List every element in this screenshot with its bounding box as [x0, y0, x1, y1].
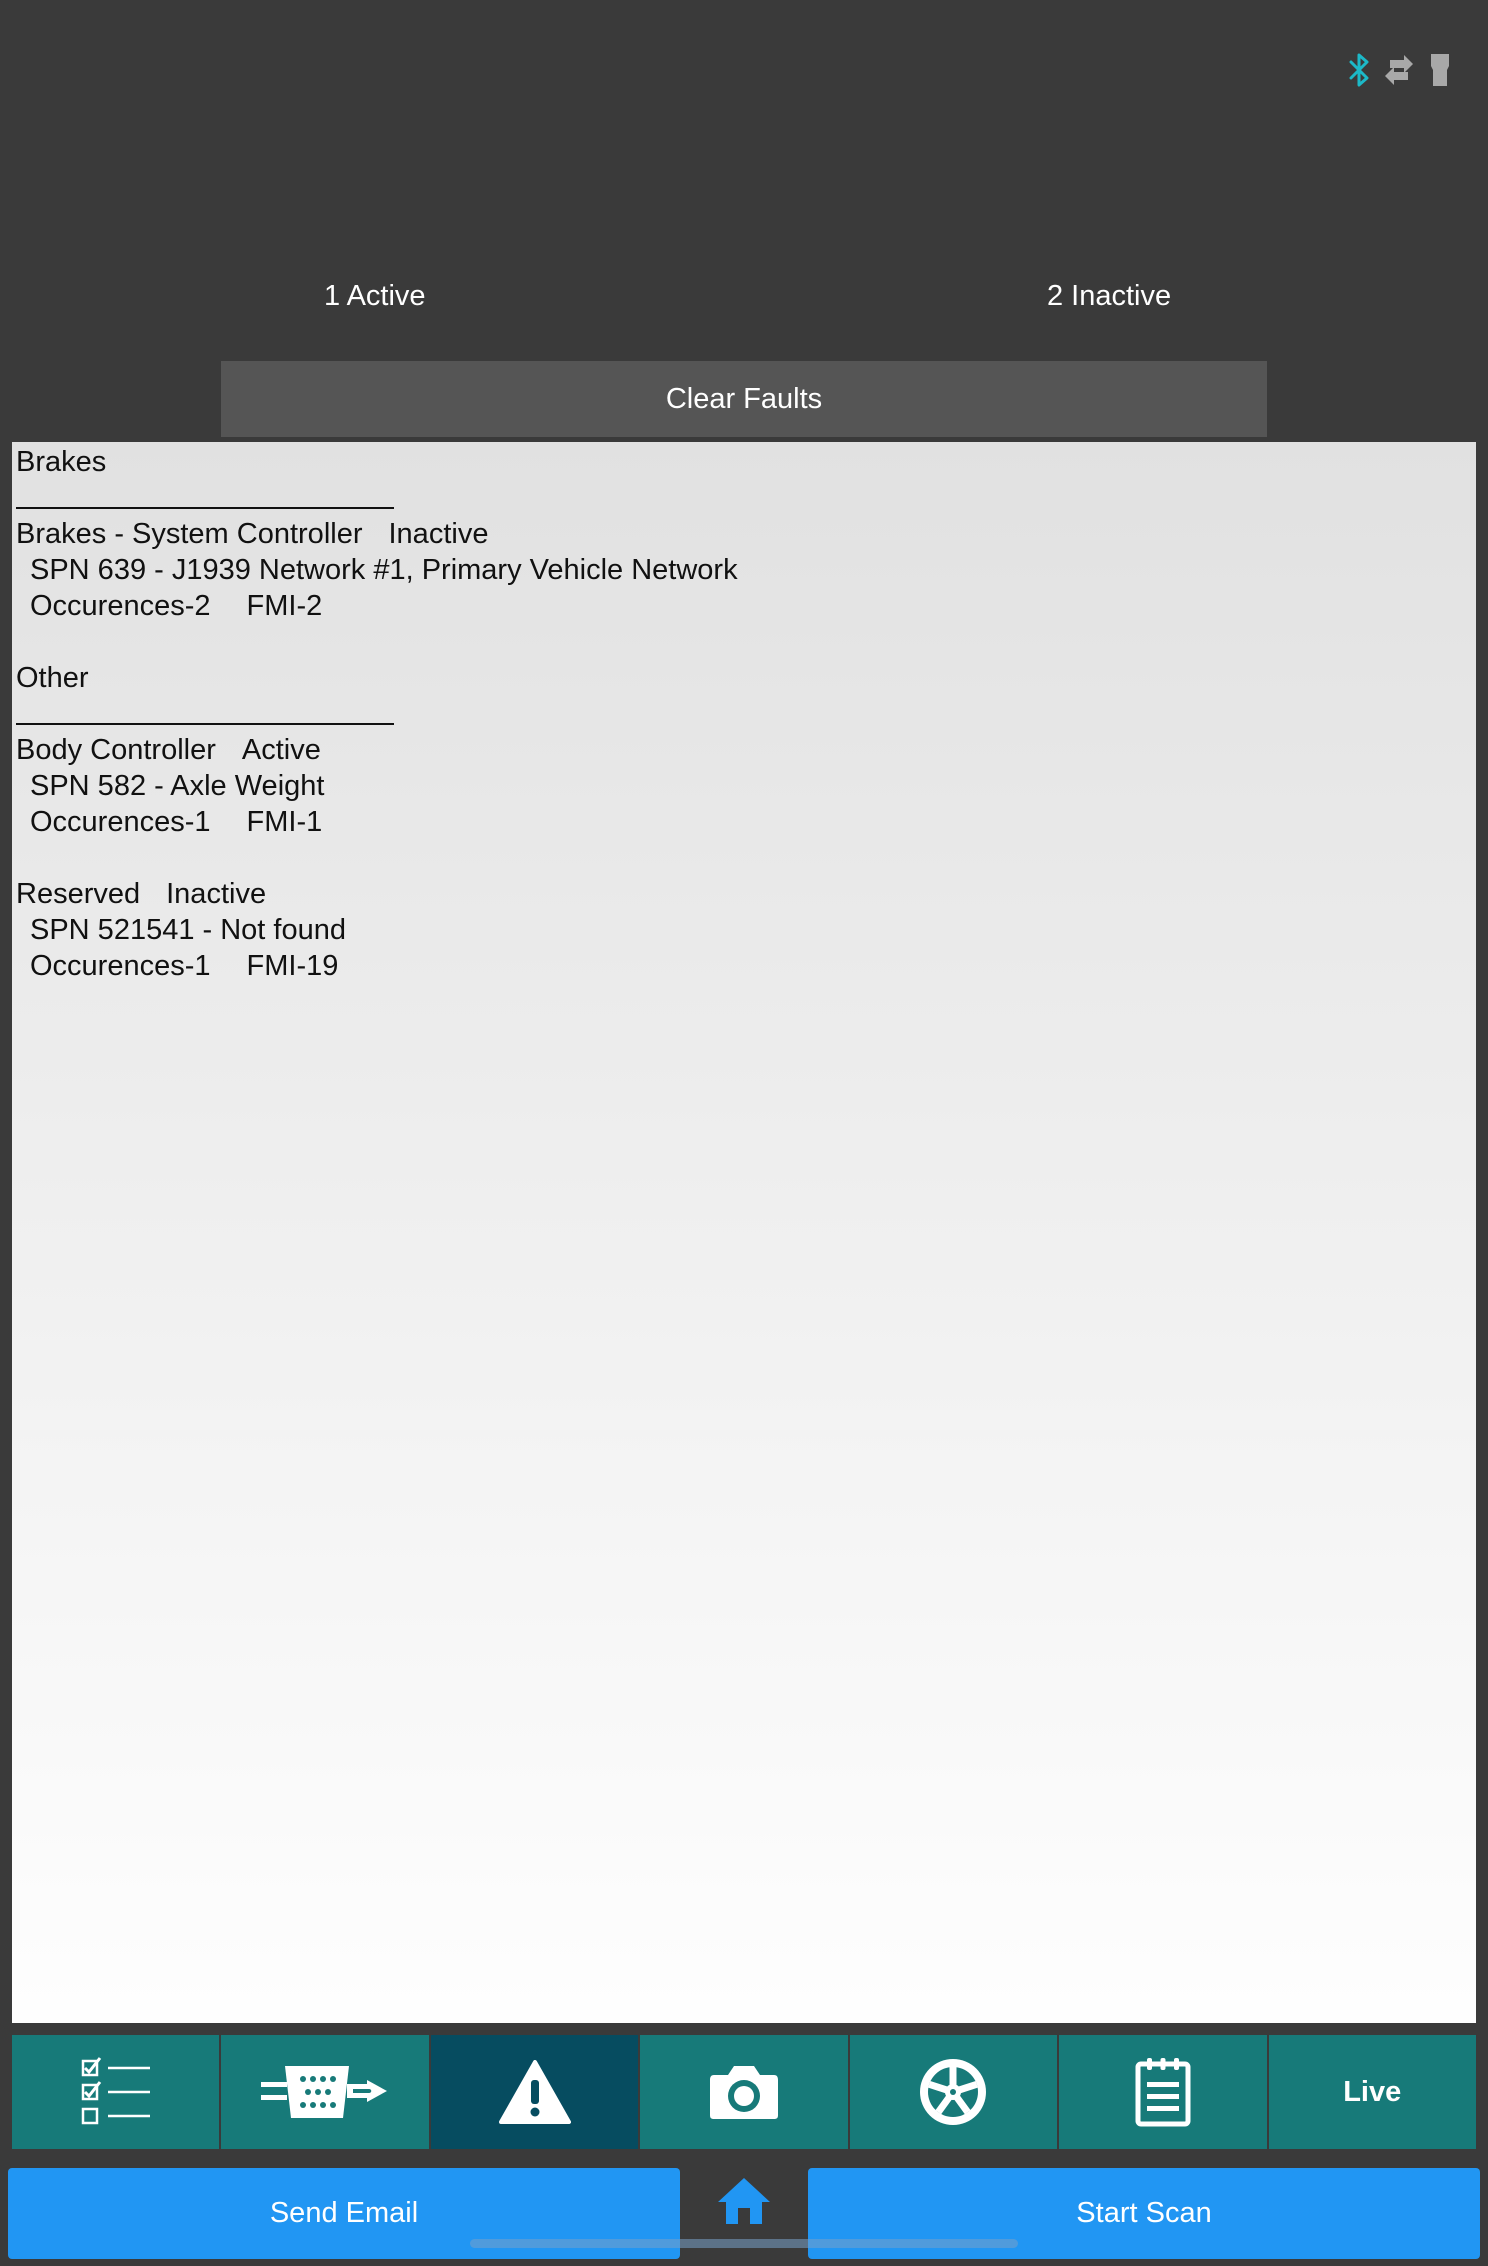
connector-icon [261, 2066, 388, 2118]
fault-fmi: FMI-19 [246, 950, 339, 982]
fault-status: Active [241, 734, 321, 766]
bluetooth-icon [1348, 53, 1370, 87]
fault-module: Reserved [16, 878, 141, 910]
active-count: 1 Active [324, 280, 426, 312]
category-divider [16, 696, 1476, 732]
fault-module-line: Brakes - System Controller Inactive [16, 516, 1476, 552]
fault-module-line: Reserved Inactive [16, 876, 1476, 912]
connector-button[interactable] [221, 2035, 429, 2149]
clear-faults-button[interactable]: Clear Faults [221, 361, 1267, 437]
fault-entry: Reserved Inactive SPN 521541 - Not found … [16, 876, 1476, 984]
category-heading-brakes: Brakes [16, 446, 107, 478]
fault-status: Inactive [166, 878, 267, 910]
status-icons [1348, 52, 1452, 88]
fault-module: Brakes - System Controller [16, 518, 363, 550]
checklist-button[interactable] [12, 2035, 220, 2149]
home-icon [718, 2178, 770, 2224]
fault-entry: Brakes - System Controller Inactive SPN 6… [16, 516, 1476, 624]
fault-counts-line: Occurences-1 FMI-19 [16, 948, 1476, 984]
fault-spn: SPN 521541 - Not found [30, 914, 346, 946]
fault-fmi: FMI-1 [246, 806, 323, 838]
fault-spn: SPN 639 - J1939 Network #1, Primary Vehi… [30, 554, 738, 586]
app-screen: 1 Active 2 Inactive Clear Faults Brakes … [0, 0, 1488, 2266]
fault-list[interactable]: Brakes Brakes - System Controller Inactiv… [12, 442, 1476, 2023]
category-heading-other: Other [16, 662, 89, 694]
checklist-icon [81, 2057, 150, 2125]
wheel-icon [920, 2059, 987, 2125]
device-icon [1428, 52, 1452, 88]
fault-occurrences: Occurences-1 [30, 806, 211, 838]
category-divider [16, 480, 1476, 516]
fault-counts-line: Occurences-2 FMI-2 [16, 588, 1476, 624]
fault-occurrences: Occurences-1 [30, 950, 211, 982]
fault-fmi: FMI-2 [246, 590, 323, 622]
fault-entry: Body Controller Active SPN 582 - Axle Wei… [16, 732, 1476, 840]
fault-occurrences: Occurences-2 [30, 590, 211, 622]
gesture-nav-bar[interactable] [470, 2239, 1018, 2248]
faults-button[interactable] [430, 2035, 639, 2149]
live-label: Live [1343, 2075, 1402, 2108]
fault-module-line: Body Controller Active [16, 732, 1476, 768]
warning-icon [498, 2060, 571, 2124]
live-button[interactable]: Live [1268, 2035, 1476, 2149]
tire-button[interactable] [849, 2035, 1058, 2149]
fault-counts-line: Occurences-1 FMI-1 [16, 804, 1476, 840]
notes-button[interactable] [1059, 2035, 1267, 2149]
fault-module: Body Controller [16, 734, 216, 766]
notepad-icon [1135, 2058, 1191, 2127]
camera-button[interactable] [640, 2035, 848, 2149]
fault-status: Inactive [388, 518, 489, 550]
fault-spn: SPN 582 - Axle Weight [30, 770, 325, 802]
transfer-arrows-icon [1384, 53, 1414, 87]
bottom-toolbar: Live [12, 2035, 1476, 2149]
inactive-count: 2 Inactive [1047, 280, 1172, 312]
camera-icon [709, 2066, 778, 2119]
